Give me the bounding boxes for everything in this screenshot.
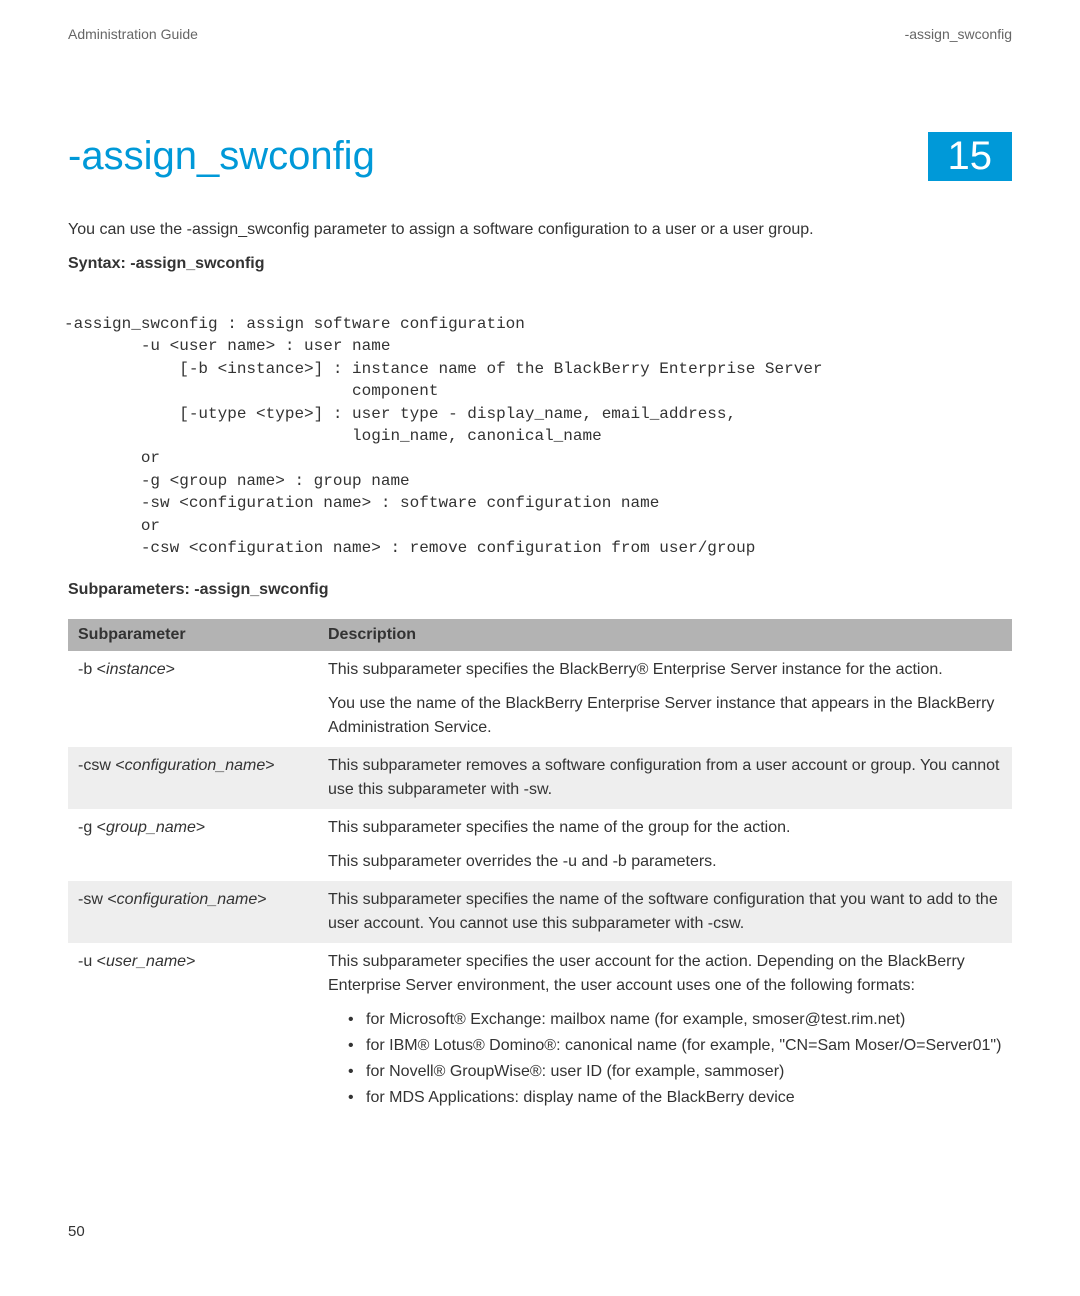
list-item: for Novell® GroupWise®: user ID (for exa… bbox=[348, 1060, 1002, 1084]
syntax-label-prefix: Syntax: bbox=[68, 255, 130, 272]
table-row: -csw <configuration_name> This subparame… bbox=[68, 747, 1012, 809]
subparameters-label: Subparameters: -assign_swconfig bbox=[68, 581, 1012, 599]
subparam-label-bold: -assign_swconfig bbox=[194, 581, 328, 598]
subparameter-description: This subparameter specifies the user acc… bbox=[318, 943, 1012, 1119]
subparameter-description: This subparameter specifies the name of … bbox=[318, 881, 1012, 943]
page-number: 50 bbox=[68, 1223, 85, 1240]
intro-paragraph: You can use the -assign_swconfig paramet… bbox=[68, 221, 1012, 239]
subparameter-description: This subparameter removes a software con… bbox=[318, 747, 1012, 809]
subparameter-description: This subparameter specifies the name of … bbox=[318, 809, 1012, 881]
list-item: for IBM® Lotus® Domino®: canonical name … bbox=[348, 1034, 1002, 1058]
syntax-code-block: -assign_swconfig : assign software confi… bbox=[64, 313, 1012, 559]
subparameter-name: -csw <configuration_name> bbox=[68, 747, 318, 809]
table-row: -b <instance> This subparameter specifie… bbox=[68, 651, 1012, 747]
table-row: -g <group_name> This subparameter specif… bbox=[68, 809, 1012, 881]
subparam-label-prefix: Subparameters: bbox=[68, 581, 194, 598]
subparameter-name: -sw <configuration_name> bbox=[68, 881, 318, 943]
syntax-label-bold: -assign_swconfig bbox=[130, 255, 264, 272]
page-title: -assign_swconfig bbox=[68, 134, 375, 179]
table-header-description: Description bbox=[318, 619, 1012, 651]
subparameter-name: -g <group_name> bbox=[68, 809, 318, 881]
list-item: for Microsoft® Exchange: mailbox name (f… bbox=[348, 1008, 1002, 1032]
table-header-row: Subparameter Description bbox=[68, 619, 1012, 651]
table-row: -sw <configuration_name> This subparamet… bbox=[68, 881, 1012, 943]
subparameter-name: -b <instance> bbox=[68, 651, 318, 747]
bullet-list: for Microsoft® Exchange: mailbox name (f… bbox=[328, 1008, 1002, 1110]
subparameters-table: Subparameter Description -b <instance> T… bbox=[68, 619, 1012, 1119]
header-right: -assign_swconfig bbox=[905, 26, 1012, 42]
syntax-label: Syntax: -assign_swconfig bbox=[68, 255, 1012, 273]
table-header-subparameter: Subparameter bbox=[68, 619, 318, 651]
title-row: -assign_swconfig 15 bbox=[68, 132, 1012, 181]
chapter-number-badge: 15 bbox=[928, 132, 1013, 181]
table-row: -u <user_name> This subparameter specifi… bbox=[68, 943, 1012, 1119]
document-header: Administration Guide -assign_swconfig bbox=[68, 26, 1012, 42]
header-left: Administration Guide bbox=[68, 26, 198, 42]
subparameter-description: This subparameter specifies the BlackBer… bbox=[318, 651, 1012, 747]
list-item: for MDS Applications: display name of th… bbox=[348, 1086, 1002, 1110]
subparameter-name: -u <user_name> bbox=[68, 943, 318, 1119]
